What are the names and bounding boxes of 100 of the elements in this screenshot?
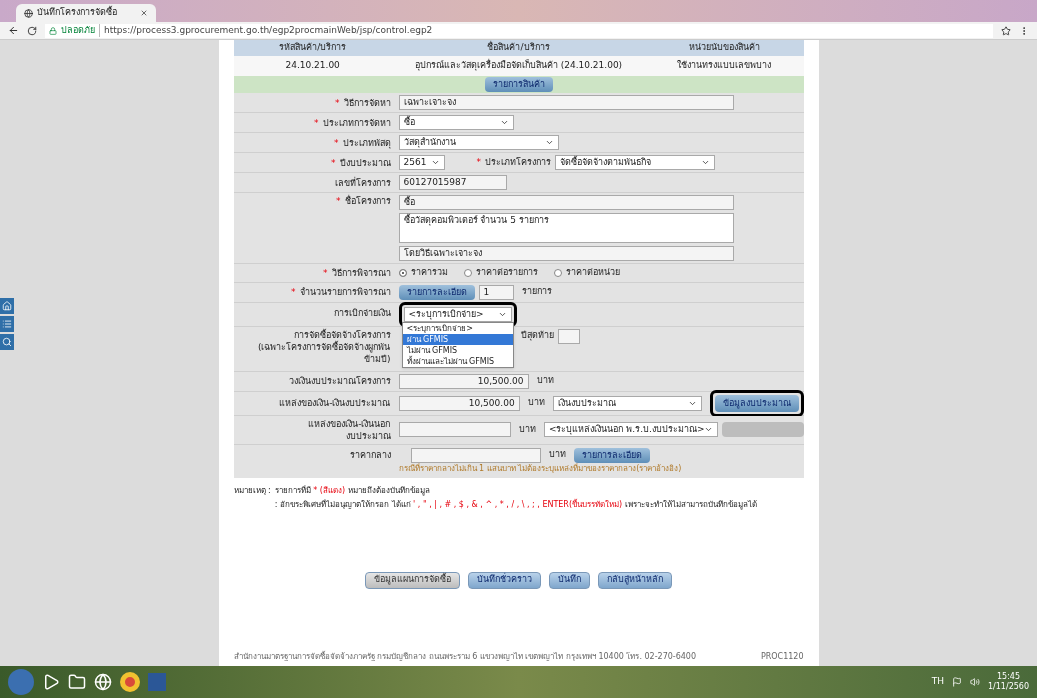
url-text: https://process3.gprocurement.go.th/egp2procmainWeb/jsp/control.egp2 — [99, 23, 433, 38]
required-mark: * — [291, 287, 296, 297]
radio-button[interactable] — [463, 268, 472, 277]
star-icon[interactable] — [1001, 25, 1011, 36]
input-field[interactable] — [410, 447, 541, 463]
action-button[interactable]: ข้อมูลแผนการจัดซื้อ — [365, 571, 460, 589]
radio-option[interactable]: ราคารวม — [398, 266, 448, 280]
required-mark: * — [476, 156, 481, 167]
field-label: ประเภทพัสดุ — [342, 137, 391, 148]
required-mark: * — [323, 267, 328, 278]
radio-option[interactable]: ราคาต่อรายการ — [463, 266, 538, 280]
input-field[interactable] — [557, 328, 580, 344]
radio-option[interactable]: ราคาต่อหน่วย — [553, 266, 620, 280]
browser-tab[interactable]: บันทึกโครงการจัดซื้อ — [16, 4, 156, 22]
column-header: ชื่อสินค้า/บริการ — [486, 41, 551, 55]
column-header: หน่วยนับของสินค้า — [687, 41, 761, 55]
field-label: จำนวนรายการพิจารณา — [299, 287, 391, 297]
dropdown-option[interactable]: ไม่ผ่าน GFMIS — [402, 344, 513, 356]
media-player-icon[interactable] — [42, 673, 60, 691]
radio-button[interactable] — [398, 268, 407, 277]
start-button[interactable] — [8, 669, 34, 695]
button[interactable]: รายการละเอียด — [398, 284, 475, 300]
field-label: ปีสุดท้าย — [520, 329, 554, 343]
dropdown-option[interactable]: <ระบุการเบิกจ่าย> — [402, 322, 513, 334]
select-field[interactable]: เงินงบประมาณ — [552, 395, 702, 411]
notes-heading: หมายเหตุ : — [233, 484, 271, 497]
dropdown-option[interactable]: ทั้งผ่านและไม่ผ่าน GFMIS — [402, 355, 513, 367]
select-field[interactable]: จัดซื้อจัดจ้างตามพันธกิจ — [555, 155, 715, 170]
field-label: เลขที่โครงการ — [334, 177, 391, 188]
folder-icon[interactable] — [68, 673, 86, 691]
close-icon[interactable] — [140, 9, 148, 17]
button[interactable]: รายการสินค้า — [484, 77, 553, 92]
button[interactable]: รายการละเอียด — [573, 447, 650, 463]
field-label: ชื่อโครงการ — [344, 196, 391, 206]
field-label: ปีงบประมาณ — [339, 157, 391, 168]
clock[interactable]: 15:45 1/11/2560 — [987, 672, 1029, 692]
field-label: การเบิกจ่ายเงิน — [333, 308, 391, 319]
search-icon[interactable] — [0, 334, 14, 350]
select-field[interactable]: <ระบุแหล่งเงินนอก พ.ร.บ.งบประมาณ> — [543, 422, 719, 437]
table-cell-text: ใช้งานทรงแบบเลขพบาง — [676, 59, 773, 73]
required-mark: * — [314, 117, 319, 128]
required-mark: * — [336, 196, 341, 206]
flag-icon[interactable] — [951, 677, 962, 687]
field-label: ประเภทการจัดหา — [322, 117, 391, 128]
required-mark: * — [331, 157, 336, 168]
language-indicator[interactable]: TH — [931, 675, 944, 689]
lock-icon — [49, 26, 57, 35]
globe-icon — [24, 8, 33, 18]
unit-label: บาท — [548, 448, 566, 462]
select-field[interactable]: <ระบุการเบิกจ่าย> — [403, 306, 512, 322]
field-label: ราคากลาง — [349, 450, 391, 460]
note-text: รายการที่มี * (สีแดง) หมายถึงต้องบันทึกข้อมูล — [274, 484, 431, 498]
required-mark: * — [334, 137, 339, 148]
input-field[interactable]: 60127015987 — [398, 175, 507, 190]
input-field[interactable]: โดยวิธีเฉพาะเจาะจง — [398, 246, 734, 261]
text-area[interactable]: ซื้อวัสดุคอมพิวเตอร์ จำนวน 5 รายการ — [398, 213, 734, 243]
unit-label: บาท — [527, 396, 545, 410]
select-field[interactable]: 2561 — [398, 155, 445, 170]
list-icon[interactable] — [0, 316, 14, 332]
input-field[interactable]: 10,500.00 — [398, 395, 520, 411]
hint-text: กรณีที่ราคากลางไม่เกิน 1 แสนบาท ไม่ต้องระบุแหล่งที่มาของราคากลาง(ราคาอ้างอิง) — [398, 462, 683, 475]
select-field[interactable]: ซื้อ — [398, 115, 514, 130]
action-button[interactable]: บันทึกชั่วคราว — [468, 571, 541, 589]
home-icon[interactable] — [0, 298, 14, 314]
action-button[interactable]: บันทึก — [549, 571, 590, 589]
input-field[interactable]: ซื้อ — [398, 195, 734, 210]
select-field[interactable]: วัสดุสำนักงาน — [398, 135, 559, 150]
input-field[interactable]: 10,500.00 — [398, 373, 529, 389]
security-label: ปลอดภัย — [61, 23, 95, 37]
required-mark: * — [335, 97, 340, 108]
page-code: PROC1120 — [760, 651, 804, 663]
volume-icon[interactable] — [969, 677, 980, 687]
address-bar[interactable]: ปลอดภัย https://process3.gprocurement.go.th/egp2procmainWeb/jsp/control.egp2 — [45, 23, 993, 38]
unit-label: บาท — [518, 422, 536, 436]
reload-icon[interactable] — [27, 25, 37, 36]
footer-address: สำนักงานมาตรฐานการจัดซื้อจัดจ้างภาครัฐ กรมบัญชีกลาง ถนนพระราม 6 แขวงพญาไท เขตพญาไท กรุงเทพฯ 10400 โทร. 02-270-6400 — [233, 651, 697, 663]
table-cell-text: อุปกรณ์และวัสดุเครื่องมือจัดเก็บสินค้า (24.10.21.00) — [413, 59, 624, 73]
input-field[interactable] — [398, 422, 511, 437]
back-icon[interactable] — [8, 25, 19, 36]
column-header: รหัสสินค้า/บริการ — [278, 41, 348, 55]
field-label: วิธีการพิจารณา — [331, 267, 391, 278]
field-label: วิธีการจัดหา — [343, 97, 391, 108]
field-label: วงเงินงบประมาณโครงการ — [288, 376, 391, 386]
field-label: (เฉพาะโครงการจัดซื้อจัดจ้างผูกพัน — [257, 340, 391, 353]
input-field[interactable]: เฉพาะเจาะจง — [398, 95, 734, 110]
action-button[interactable]: กลับสู่หน้าหลัก — [598, 571, 672, 589]
input-field[interactable]: 1 — [478, 284, 514, 300]
unit-label: บาท — [536, 374, 554, 388]
field-label: การจัดซื้อจัดจ้างโครงการ — [292, 328, 391, 341]
radio-button[interactable] — [553, 268, 562, 277]
table-cell-text: 24.10.21.00 — [284, 59, 341, 73]
field-label: ข้ามปี) — [364, 352, 391, 365]
field-label: แหล่งของเงิน-เงินนอก — [307, 417, 391, 430]
dropdown-option[interactable]: ผ่าน GFMIS — [402, 333, 513, 345]
unit-label: รายการ — [521, 285, 552, 299]
button[interactable]: ข้อมูลงบประมาณ — [714, 394, 799, 412]
note-text: : อักขระพิเศษที่ไม่อนุญาตให้กรอก ได้แก่ ' , " , | , # , $ , & , ^ , * , / , \ , ; , ENTER(ขึ้นบรรทัดใหม่) เพราะจะทำให้ไม่สามารถบันทึกข้อมูลได้ — [274, 498, 757, 512]
browser-icon[interactable] — [94, 673, 112, 691]
field-label: แหล่งของเงิน-เงินงบประมาณ — [279, 398, 391, 408]
field-label: ประเภทโครงการ — [485, 156, 551, 167]
